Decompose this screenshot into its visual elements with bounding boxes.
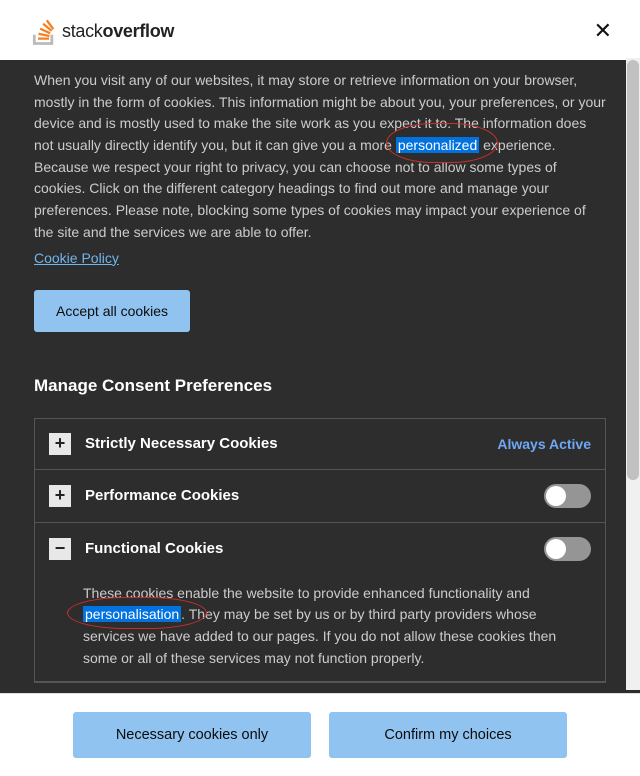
scrollbar-thumb[interactable] [627, 60, 639, 480]
accordion-title: Functional Cookies [85, 540, 544, 557]
toggle-functional[interactable] [544, 537, 591, 561]
confirm-choices-button[interactable]: Confirm my choices [329, 712, 567, 758]
expand-icon[interactable] [49, 485, 71, 507]
functional-description: These cookies enable the website to prov… [35, 575, 605, 682]
modal-header: stackoverflow ✕ [0, 0, 640, 60]
accordion-title: Performance Cookies [85, 487, 544, 504]
always-active-label: Always Active [497, 436, 591, 452]
accordion-header[interactable]: Functional Cookies [35, 523, 605, 575]
toggle-performance[interactable] [544, 484, 591, 508]
collapse-icon[interactable] [49, 538, 71, 560]
consent-accordion: Strictly Necessary Cookies Always Active… [34, 418, 606, 684]
logo-text: stackoverflow [62, 21, 174, 42]
accordion-item-performance: Performance Cookies [35, 470, 605, 523]
expand-icon[interactable] [49, 433, 71, 455]
accordion-header[interactable]: Performance Cookies [35, 470, 605, 522]
stackoverflow-icon [32, 17, 56, 45]
accordion-item-functional: Functional Cookies These cookies enable … [35, 523, 605, 683]
accordion-item-strictly-necessary: Strictly Necessary Cookies Always Active [35, 419, 605, 470]
necessary-only-button[interactable]: Necessary cookies only [73, 712, 311, 758]
accordion-title: Strictly Necessary Cookies [85, 435, 497, 452]
stackoverflow-logo: stackoverflow [32, 17, 174, 45]
intro-text: When you visit any of our websites, it m… [34, 70, 606, 244]
highlight-personalized: personalized [396, 137, 479, 153]
accordion-header[interactable]: Strictly Necessary Cookies Always Active [35, 419, 605, 469]
modal-body: When you visit any of our websites, it m… [0, 60, 640, 693]
manage-consent-title: Manage Consent Preferences [34, 376, 606, 396]
highlight-personalisation: personalisation [83, 606, 181, 622]
accept-all-button[interactable]: Accept all cookies [34, 290, 190, 332]
close-button[interactable]: ✕ [586, 14, 620, 48]
cookie-policy-link[interactable]: Cookie Policy [34, 250, 119, 266]
modal-footer: Necessary cookies only Confirm my choice… [0, 693, 640, 776]
